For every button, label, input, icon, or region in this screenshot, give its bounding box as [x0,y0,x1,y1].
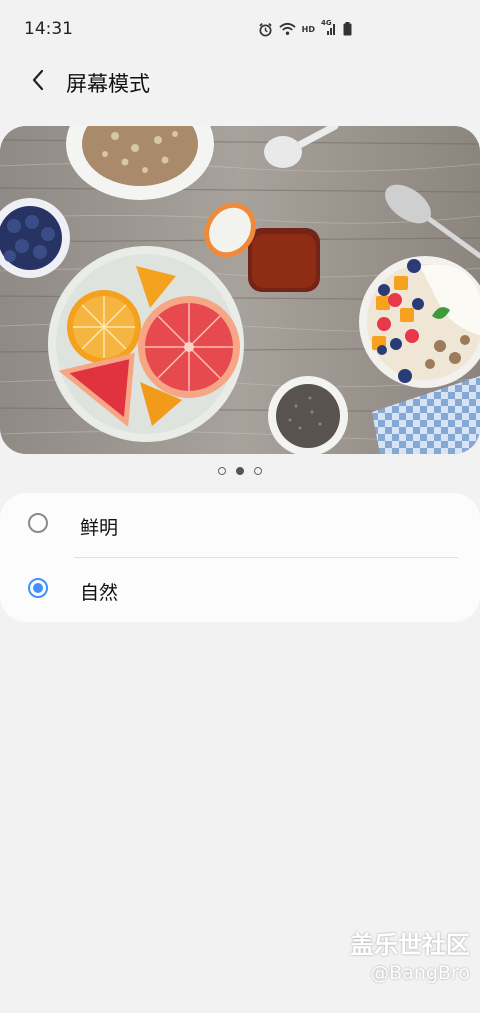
page-dot-1[interactable] [218,467,226,475]
hd-icon: HD [301,24,315,34]
back-button[interactable] [22,66,54,98]
option-vivid-label: 鲜明 [80,517,119,539]
option-natural-label: 自然 [80,582,119,604]
watermark: 盖乐世社区 @BangBro [350,930,470,986]
wifi-icon [279,22,296,36]
status-bar: 14:31 HD 4G [0,0,480,58]
option-vivid[interactable]: 鲜明 [0,493,480,557]
watermark-user: @BangBro [370,962,470,984]
radio-vivid[interactable] [28,513,48,533]
radio-natural[interactable] [28,578,48,598]
status-time: 14:31 [24,19,73,39]
page-title: 屏幕模式 [66,72,150,96]
page-dot-3[interactable] [254,467,262,475]
watermark-brand: 盖乐世社区 [350,931,470,959]
battery-icon [343,22,352,36]
chevron-left-icon [31,69,45,95]
page-dot-2[interactable] [236,467,244,475]
preview-image[interactable] [0,126,480,454]
status-icons: HD 4G [258,18,352,40]
header: 屏幕模式 [0,58,480,106]
option-natural[interactable]: 自然 [0,558,480,622]
screen-mode-options: 鲜明 自然 [0,493,480,622]
signal-icon: 4G [321,19,337,36]
alarm-icon [258,22,273,37]
page-indicator [0,464,480,478]
